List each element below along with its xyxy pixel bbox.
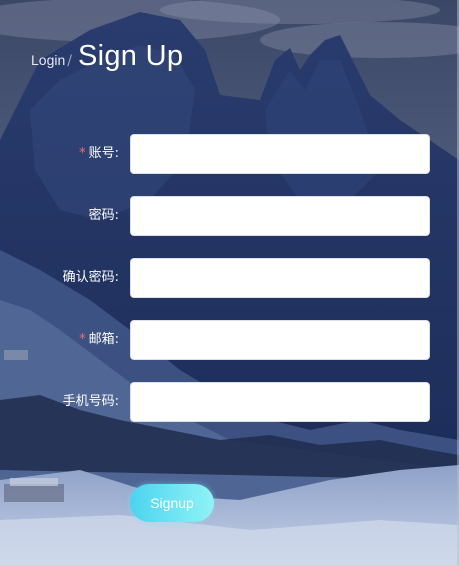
signup-button[interactable]: Signup [130,484,214,522]
confirm-password-label: 确认密码: [62,270,119,285]
account-label: * 账号: [79,146,119,161]
password-label: 密码: [88,208,119,223]
account-input[interactable] [130,134,430,174]
form-row-email: * 邮箱: [0,320,459,360]
confirm-password-input[interactable] [130,258,430,298]
form-row-account: * 账号: [0,134,459,174]
form-row-confirm-password: 确认密码: [0,258,459,298]
email-label: * 邮箱: [79,332,119,347]
tab-separator: / [67,53,72,69]
auth-tabs: Login / Sign Up [31,40,183,73]
form-row-phone: 手机号码: [0,382,459,422]
tab-signup[interactable]: Sign Up [78,40,183,73]
email-input[interactable] [130,320,430,360]
required-mark: * [79,146,86,161]
phone-input[interactable] [130,382,430,422]
tab-login[interactable]: Login [31,52,65,68]
phone-label: 手机号码: [62,394,119,409]
password-input[interactable] [130,196,430,236]
required-mark: * [79,332,86,347]
form-row-password: 密码: [0,196,459,236]
